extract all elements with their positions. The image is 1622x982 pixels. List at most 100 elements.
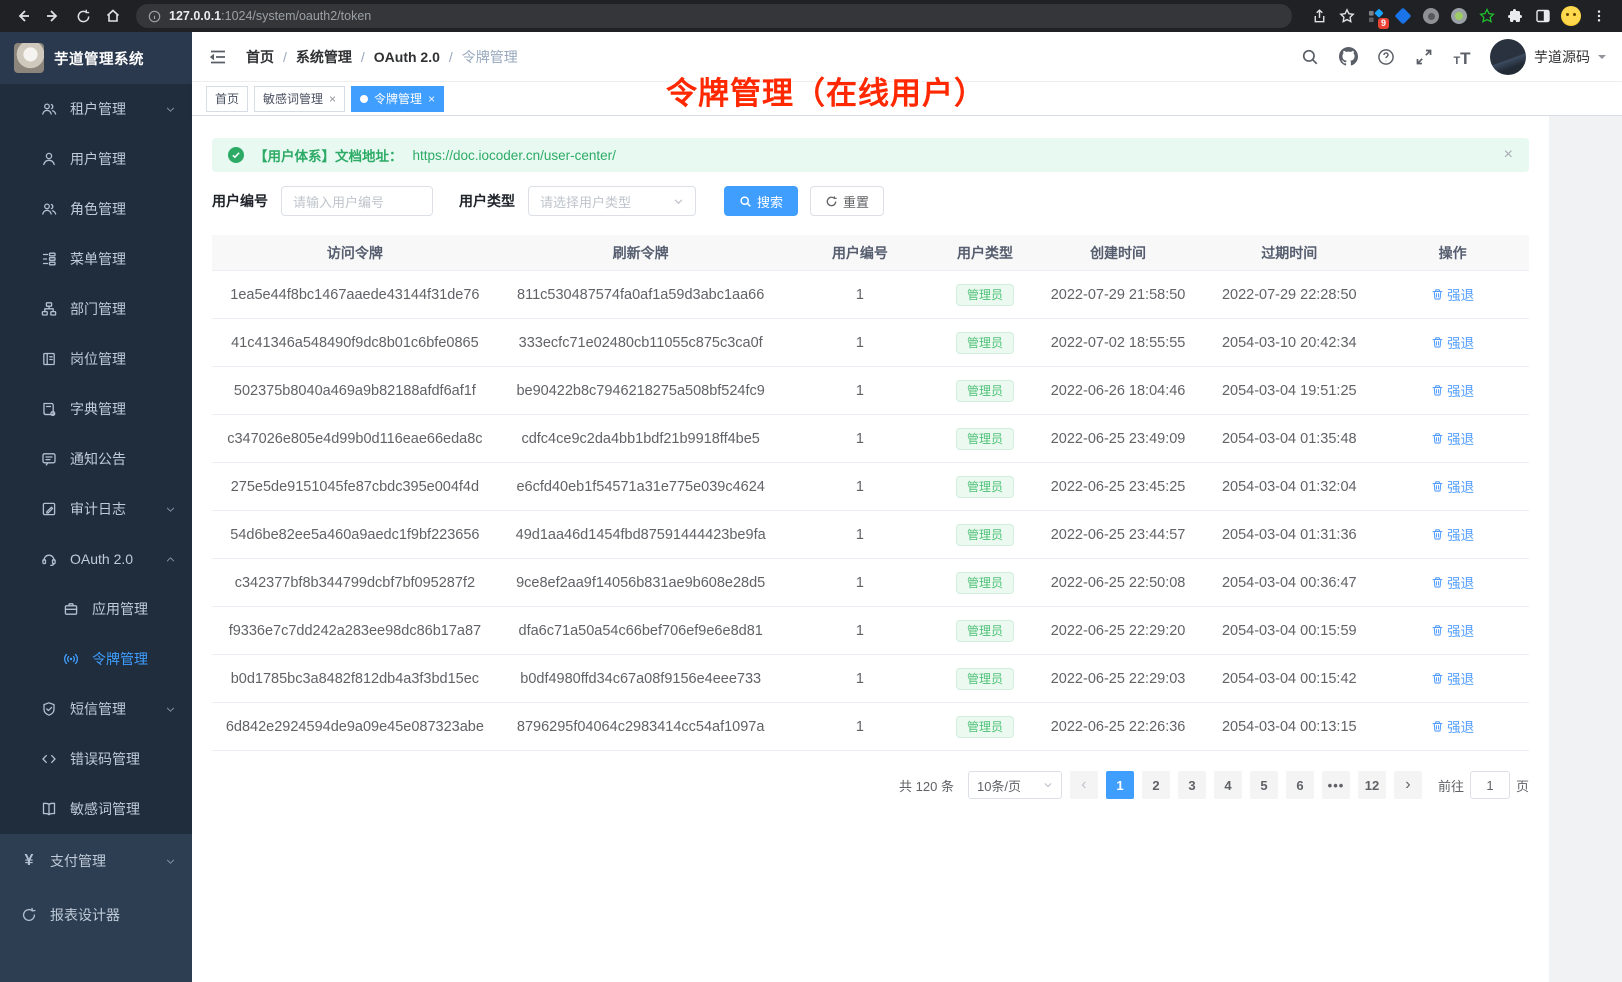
sidebar-item-label: 菜单管理 bbox=[70, 249, 126, 269]
back-icon[interactable] bbox=[10, 3, 36, 29]
page-size-select[interactable]: 10条/页 bbox=[968, 771, 1062, 799]
extensions-cluster-icon[interactable]: 9 bbox=[1362, 3, 1388, 29]
sidebar-item-role-management[interactable]: 角色管理 bbox=[0, 184, 192, 234]
page-button-3[interactable]: 3 bbox=[1178, 771, 1206, 799]
gem-icon[interactable] bbox=[1390, 3, 1416, 29]
sidebar-item-dept-management[interactable]: 部门管理 bbox=[0, 284, 192, 334]
reset-button[interactable]: 重置 bbox=[810, 186, 884, 216]
profile-avatar-icon[interactable] bbox=[1558, 3, 1584, 29]
user-type-badge: 管理员 bbox=[956, 332, 1014, 354]
chevron-down-icon bbox=[673, 196, 684, 207]
user-id-cell: 1 bbox=[784, 431, 937, 447]
sidebar-item-user-management[interactable]: 用户管理 bbox=[0, 134, 192, 184]
force-logout-button[interactable]: 强退 bbox=[1431, 380, 1474, 400]
refresh-token-cell: e6cfd40eb1f54571a31e775e039c4624 bbox=[498, 479, 784, 495]
sidebar-item-payment-management[interactable]: ¥ 支付管理 bbox=[0, 834, 192, 888]
sidebar-item-report-designer[interactable]: 报表设计器 bbox=[0, 888, 192, 942]
sidebar-item-sensitive-word-management[interactable]: 敏感词管理 bbox=[0, 784, 192, 834]
goto-page-input[interactable]: 1 bbox=[1470, 771, 1510, 799]
octo-icon[interactable] bbox=[1446, 3, 1472, 29]
sidebar-item-label: 敏感词管理 bbox=[70, 799, 140, 819]
sidebar-item-post-management[interactable]: 岗位管理 bbox=[0, 334, 192, 384]
chevron-up-icon bbox=[165, 554, 176, 565]
page-button-1[interactable]: 1 bbox=[1106, 771, 1134, 799]
tab-敏感词管理[interactable]: 敏感词管理 × bbox=[254, 86, 345, 112]
user-type-badge: 管理员 bbox=[956, 284, 1014, 306]
sidebar-item-app-management[interactable]: 应用管理 bbox=[0, 584, 192, 634]
user-menu[interactable]: 芋道源码 bbox=[1490, 39, 1606, 75]
users-icon bbox=[40, 100, 58, 118]
user-name: 芋道源码 bbox=[1534, 47, 1590, 67]
green-star-icon[interactable] bbox=[1474, 3, 1500, 29]
forward-icon[interactable] bbox=[40, 3, 66, 29]
sidebar-item-label: 岗位管理 bbox=[70, 349, 126, 369]
tab-令牌管理[interactable]: 令牌管理 × bbox=[351, 86, 444, 112]
user-type-select[interactable]: 请选择用户类型 bbox=[528, 186, 696, 216]
table-row: c342377bf8b344799dcbf7bf095287f2 9ce8ef2… bbox=[212, 559, 1529, 607]
github-icon[interactable] bbox=[1338, 47, 1358, 67]
side-panel-icon[interactable] bbox=[1530, 3, 1556, 29]
browser-menu-icon[interactable] bbox=[1586, 3, 1612, 29]
reload-icon[interactable] bbox=[70, 3, 96, 29]
font-size-icon[interactable]: TT bbox=[1452, 47, 1472, 67]
app-logo[interactable]: 芋道管理系统 bbox=[0, 32, 192, 84]
help-icon[interactable] bbox=[1376, 47, 1396, 67]
tab-首页[interactable]: 首页 bbox=[206, 86, 248, 112]
table-row: 6d842e2924594de9a09e45e087323abe 8796295… bbox=[212, 703, 1529, 751]
sidebar-item-notice[interactable]: 通知公告 bbox=[0, 434, 192, 484]
sidebar-item-token-management[interactable]: 令牌管理 bbox=[0, 634, 192, 684]
force-logout-button[interactable]: 强退 bbox=[1431, 668, 1474, 688]
page-button-4[interactable]: 4 bbox=[1214, 771, 1242, 799]
sidebar-item-label: 令牌管理 bbox=[92, 649, 148, 669]
search-icon[interactable] bbox=[1300, 47, 1320, 67]
sidebar-item-error-code-management[interactable]: 错误码管理 bbox=[0, 734, 192, 784]
address-bar[interactable]: 127.0.0.1:1024/system/oauth2/token bbox=[136, 4, 1292, 28]
page-button-2[interactable]: 2 bbox=[1142, 771, 1170, 799]
force-logout-button[interactable]: 强退 bbox=[1431, 716, 1474, 736]
force-logout-button[interactable]: 强退 bbox=[1431, 332, 1474, 352]
puzzle-icon[interactable] bbox=[1502, 3, 1528, 29]
sidebar-item-dict-management[interactable]: 字典管理 bbox=[0, 384, 192, 434]
fullscreen-icon[interactable] bbox=[1414, 47, 1434, 67]
prev-page-button[interactable]: ‹ bbox=[1070, 771, 1098, 799]
refresh-token-cell: 333ecfc71e02480cb11055c875c3ca0f bbox=[498, 335, 784, 351]
share-icon[interactable] bbox=[1306, 3, 1332, 29]
actions-cell: 强退 bbox=[1376, 572, 1529, 593]
page-button-6[interactable]: 6 bbox=[1286, 771, 1314, 799]
user-type-cell: 管理员 bbox=[936, 572, 1033, 594]
alert-close-icon[interactable]: × bbox=[1504, 147, 1513, 163]
record-icon[interactable] bbox=[1418, 3, 1444, 29]
page-button-5[interactable]: 5 bbox=[1250, 771, 1278, 799]
force-logout-button[interactable]: 强退 bbox=[1431, 476, 1474, 496]
breadcrumb-item[interactable]: 首页 bbox=[246, 47, 274, 67]
doc-link[interactable]: https://doc.iocoder.cn/user-center/ bbox=[413, 148, 616, 163]
tab-close-icon[interactable]: × bbox=[329, 92, 336, 106]
home-icon[interactable] bbox=[100, 3, 126, 29]
expire-time-cell: 2022-07-29 22:28:50 bbox=[1202, 287, 1376, 303]
breadcrumb-item[interactable]: 系统管理 bbox=[296, 47, 352, 67]
sidebar-collapse-icon[interactable] bbox=[208, 46, 230, 68]
access-token-cell: c347026e805e4d99b0d116eae66eda8c bbox=[212, 431, 498, 447]
sidebar-item-menu-management[interactable]: 菜单管理 bbox=[0, 234, 192, 284]
force-logout-button[interactable]: 强退 bbox=[1431, 428, 1474, 448]
bookmark-star-icon[interactable] bbox=[1334, 3, 1360, 29]
breadcrumb-item[interactable]: OAuth 2.0 bbox=[374, 49, 440, 65]
breadcrumb-item[interactable]: 令牌管理 bbox=[462, 47, 518, 67]
sidebar-item-tenant-management[interactable]: 租户管理 bbox=[0, 84, 192, 134]
user-id-cell: 1 bbox=[784, 623, 937, 639]
search-button[interactable]: 搜索 bbox=[724, 186, 798, 216]
chevron-down-icon bbox=[165, 504, 176, 515]
user-id-input[interactable]: 请输入用户编号 bbox=[281, 186, 433, 216]
sidebar-item-sms-management[interactable]: 短信管理 bbox=[0, 684, 192, 734]
next-page-button[interactable]: › bbox=[1394, 771, 1422, 799]
force-logout-button[interactable]: 强退 bbox=[1431, 524, 1474, 544]
force-logout-button[interactable]: 强退 bbox=[1431, 620, 1474, 640]
page-button-12[interactable]: 12 bbox=[1358, 771, 1386, 799]
tab-close-icon[interactable]: × bbox=[428, 92, 435, 106]
force-logout-button[interactable]: 强退 bbox=[1431, 284, 1474, 304]
force-logout-button[interactable]: 强退 bbox=[1431, 572, 1474, 592]
site-info-icon[interactable] bbox=[148, 10, 161, 23]
sidebar-item-oauth2[interactable]: OAuth 2.0 bbox=[0, 534, 192, 584]
more-pages-icon[interactable]: ••• bbox=[1322, 771, 1350, 799]
sidebar-item-audit-log[interactable]: 审计日志 bbox=[0, 484, 192, 534]
